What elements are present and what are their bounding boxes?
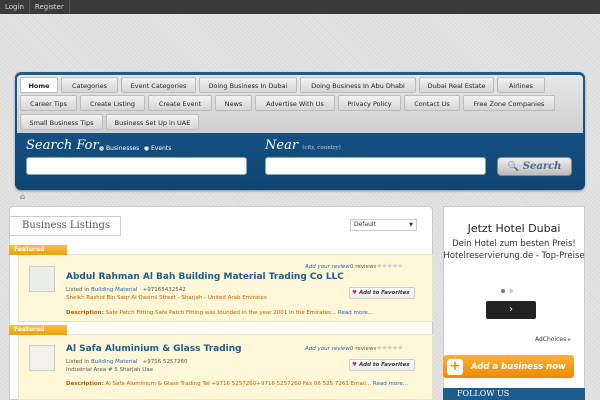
listing-thumbnail[interactable] bbox=[29, 345, 55, 371]
listing-meta: Listed in Building Material +9716 525726… bbox=[66, 359, 188, 365]
nav-career-tips[interactable]: Career Tips bbox=[20, 95, 77, 111]
top-bar: Login Register bbox=[0, 0, 600, 14]
category-link[interactable]: Building Material bbox=[91, 359, 137, 365]
panel-title: Business Listings bbox=[9, 216, 121, 236]
search-icon: 🔍 bbox=[507, 161, 519, 172]
address: Industrial Area # 5 Sharjah Uae bbox=[66, 367, 154, 373]
description: Description: Al Safa Aluminium & Glass T… bbox=[66, 381, 408, 387]
rating-stars: ★★★★★ bbox=[376, 344, 403, 352]
radio-businesses[interactable]: Businesses bbox=[99, 145, 139, 152]
nav-doing-business-abu-dhabi[interactable]: Doing Business In Abu Dhabi bbox=[300, 77, 416, 93]
rating-stars: ★★★★★ bbox=[376, 262, 403, 270]
ad-choices[interactable]: AdChoices ▸ bbox=[535, 336, 571, 343]
ad-pager bbox=[501, 289, 513, 293]
fav-label: Add to Favorites bbox=[358, 362, 410, 368]
ad-title[interactable]: Jetzt Hotel Dubai bbox=[443, 222, 585, 235]
nav-airlines[interactable]: Airlines bbox=[497, 77, 545, 93]
nav-contact-us[interactable]: Contact Us bbox=[404, 95, 460, 111]
nav-free-zone-companies[interactable]: Free Zone Companies bbox=[463, 95, 555, 111]
address: Sheikh Rashid Bin Saqr Al Qasimi Street … bbox=[66, 295, 267, 301]
nav-create-event[interactable]: Create Event bbox=[148, 95, 212, 111]
near-input[interactable] bbox=[265, 157, 486, 175]
search-for-label: Search For bbox=[26, 138, 99, 153]
featured-badge: Featured bbox=[9, 245, 67, 255]
near-hint: (city, country) bbox=[302, 145, 341, 151]
follow-us-heading: FOLLOW US bbox=[443, 388, 585, 400]
read-more-link[interactable]: Read more... bbox=[373, 381, 408, 387]
radio-events-label: Events bbox=[151, 145, 172, 152]
phone: +9716 5257260 bbox=[142, 359, 188, 365]
desc-text: Safe Patch Fitting Safe Patch Fitting wa… bbox=[105, 310, 337, 316]
add-to-favorites-button[interactable]: ♥ Add to Favorites bbox=[349, 287, 415, 299]
phone: +97165432542 bbox=[142, 287, 186, 293]
category-link[interactable]: Building Material bbox=[91, 287, 137, 293]
add-to-favorites-button[interactable]: ♥ Add to Favorites bbox=[349, 359, 415, 371]
nav-categories[interactable]: Categories bbox=[61, 77, 118, 93]
search-input[interactable] bbox=[26, 157, 247, 175]
heart-icon: ♥ bbox=[352, 290, 357, 296]
listing-title[interactable]: Al Safa Aluminium & Glass Trading bbox=[66, 344, 242, 354]
description: Description: Safe Patch Fitting Safe Pat… bbox=[66, 310, 373, 316]
nav-doing-business-dubai[interactable]: Doing Business In Dubai bbox=[199, 77, 297, 93]
plus-icon: + bbox=[447, 358, 463, 375]
desc-text: Al Safa Aluminium & Glass Trading Tel +9… bbox=[105, 381, 372, 387]
listed-in-label: Listed in bbox=[66, 287, 90, 293]
search-button-label: Search bbox=[522, 161, 562, 172]
nav-privacy-policy[interactable]: Privacy Policy bbox=[338, 95, 401, 111]
nav-dubai-real-estate[interactable]: Dubai Real Estate bbox=[419, 77, 494, 93]
read-more-link[interactable]: Read more... bbox=[338, 310, 373, 316]
nav-small-business-tips[interactable]: Small Business Tips bbox=[20, 114, 103, 130]
chevron-right-icon: › bbox=[509, 304, 513, 315]
add-review-link[interactable]: Add your review bbox=[305, 264, 350, 270]
radio-dot bbox=[144, 146, 149, 151]
adchoices-label: AdChoices bbox=[535, 336, 567, 343]
radio-dot bbox=[99, 146, 104, 151]
ad-text[interactable]: Dein Hotel zum besten Preis! Hotelreserv… bbox=[443, 238, 585, 262]
nav-advertise[interactable]: Advertise With Us bbox=[255, 95, 335, 111]
heart-icon: ♥ bbox=[352, 362, 357, 368]
home-icon[interactable]: ⌂ bbox=[20, 192, 25, 201]
fav-label: Add to Favorites bbox=[358, 290, 410, 296]
listing-title[interactable]: Abdul Rahman Al Bah Building Material Tr… bbox=[66, 272, 344, 282]
pager-dot[interactable] bbox=[501, 289, 505, 293]
sort-value: Default bbox=[354, 221, 376, 228]
radio-events[interactable]: Events bbox=[144, 145, 171, 152]
listing-thumbnail[interactable] bbox=[29, 266, 55, 292]
search-button[interactable]: 🔍 Search bbox=[497, 157, 572, 176]
nav-news[interactable]: News bbox=[215, 95, 252, 111]
listing-meta: Listed in Building Material +97165432542 bbox=[66, 287, 186, 293]
near-label: Near (city, country) bbox=[265, 138, 341, 153]
chevron-down-icon: ▼ bbox=[409, 222, 413, 228]
add-business-label: Add a business now bbox=[471, 361, 566, 372]
nav-event-categories[interactable]: Event Categories bbox=[121, 77, 196, 93]
adchoices-icon: ▸ bbox=[568, 336, 572, 343]
listed-in-label: Listed in bbox=[66, 359, 90, 365]
review-count: 0 reviews bbox=[350, 346, 377, 352]
desc-label: Description: bbox=[66, 381, 104, 387]
login-link[interactable]: Login bbox=[0, 0, 30, 14]
register-link[interactable]: Register bbox=[30, 0, 70, 14]
radio-businesses-label: Businesses bbox=[106, 145, 140, 152]
nav-create-listing[interactable]: Create Listing bbox=[80, 95, 145, 111]
ad-next-button[interactable]: › bbox=[486, 301, 536, 319]
nav-home[interactable]: Home bbox=[20, 77, 58, 93]
add-review-link[interactable]: Add your review bbox=[305, 346, 350, 352]
pager-dot[interactable] bbox=[509, 289, 513, 293]
add-business-button[interactable]: + Add a business now bbox=[443, 355, 574, 378]
desc-label: Description: bbox=[66, 310, 104, 316]
near-label-text: Near bbox=[265, 138, 299, 153]
sort-select[interactable]: Default ▼ bbox=[350, 219, 417, 231]
nav-business-setup-uae[interactable]: Business Set Up in UAE bbox=[106, 114, 199, 130]
featured-badge: Featured bbox=[9, 325, 67, 335]
review-count: 0 reviews bbox=[350, 264, 377, 270]
